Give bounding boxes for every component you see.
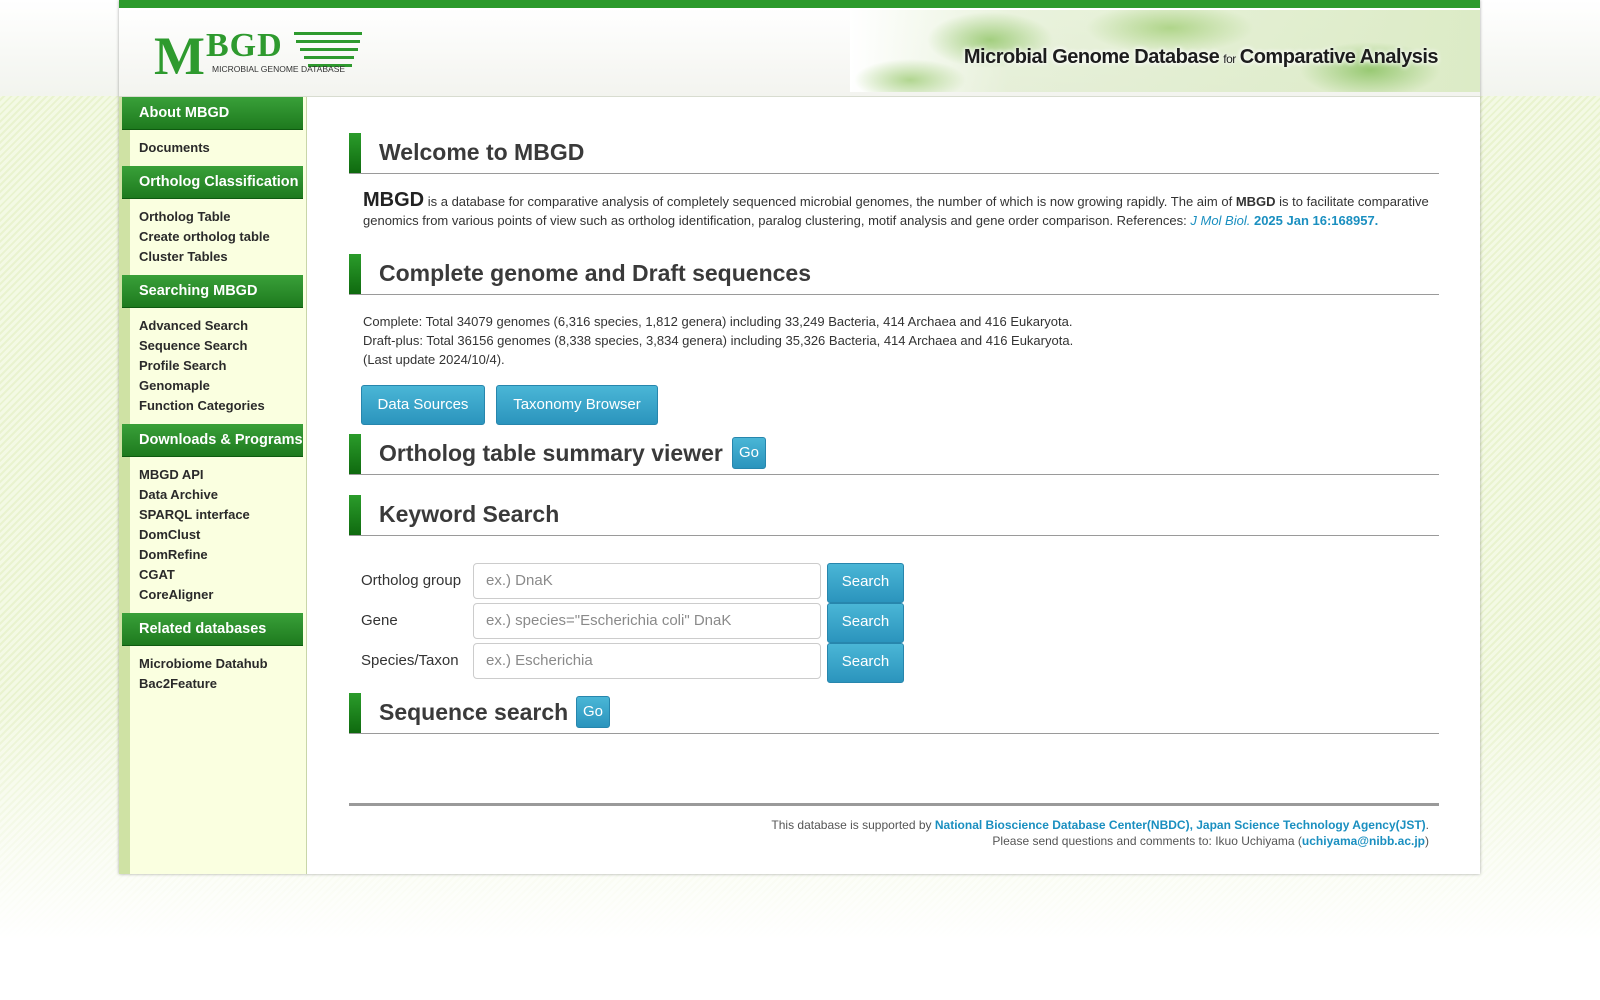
- footer-contact-prefix: Please send questions and comments to: I…: [992, 834, 1302, 848]
- sequence-search-go-button[interactable]: Go: [576, 696, 610, 728]
- section-header-ortholog-viewer: Ortholog table summary viewer Go: [349, 434, 1439, 475]
- data-sources-button[interactable]: Data Sources: [361, 385, 485, 425]
- tagline-part2: Comparative Analysis: [1239, 46, 1439, 68]
- ortholog-group-search-button[interactable]: Search: [827, 563, 904, 603]
- svg-text:MICROBIAL GENOME DATABASE: MICROBIAL GENOME DATABASE: [212, 64, 345, 74]
- reference-detail-link[interactable]: 2025 Jan 16:168957.: [1254, 213, 1378, 228]
- sidebar-item-cluster-tables[interactable]: Cluster Tables: [139, 247, 306, 267]
- tagline-part1: Microbial Genome Database: [963, 46, 1220, 68]
- svg-text:M: M: [154, 28, 205, 84]
- tagline-for: for: [1223, 52, 1236, 66]
- mbgd-logo[interactable]: M BGD MICROBIAL GENOME DATABASE: [154, 26, 384, 86]
- mbgd-name: MBGD: [363, 189, 425, 211]
- section-header-genomes: Complete genome and Draft sequences: [349, 254, 1439, 295]
- footer-contact-suffix: ): [1425, 834, 1429, 848]
- footer-supported-prefix: This database is supported by: [771, 818, 935, 832]
- footer-support: This database is supported by National B…: [771, 818, 1429, 832]
- sidebar-item-cgat[interactable]: CGAT: [139, 565, 306, 585]
- section-bar: [349, 254, 361, 294]
- sidebar-list-about: Documents: [119, 130, 306, 166]
- site-header: M BGD MICROBIAL GENOME DATABASE Microbia…: [119, 8, 1480, 97]
- sidebar-list-downloads: MBGD API Data Archive SPARQL interface D…: [119, 457, 306, 613]
- reference-journal-link[interactable]: J Mol Biol.: [1190, 213, 1250, 228]
- species-taxon-label: Species/Taxon: [361, 652, 459, 669]
- section-bar: [349, 133, 361, 173]
- welcome-desc-1: is a database for comparative analysis o…: [424, 194, 1236, 209]
- ortholog-viewer-go-button[interactable]: Go: [732, 437, 766, 469]
- nbdc-jst-link[interactable]: National Bioscience Database Center(NBDC…: [935, 818, 1426, 832]
- sidebar: About MBGD Documents Ortholog Classifica…: [119, 97, 307, 874]
- sidebar-item-advanced-search[interactable]: Advanced Search: [139, 316, 306, 336]
- ortholog-viewer-title: Ortholog table summary viewer: [379, 440, 723, 466]
- top-green-bar: [119, 0, 1480, 8]
- species-taxon-search-button[interactable]: Search: [827, 643, 904, 683]
- sidebar-heading-searching: Searching MBGD: [122, 275, 303, 308]
- keyword-title: Keyword Search: [379, 501, 560, 527]
- ortholog-group-input[interactable]: ex.) DnaK: [473, 563, 821, 599]
- sidebar-heading-related: Related databases: [122, 613, 303, 646]
- footer-contact: Please send questions and comments to: I…: [992, 834, 1429, 848]
- draft-genomes-text: Draft-plus: Total 36156 genomes (8,338 s…: [363, 333, 1074, 348]
- page-container: M BGD MICROBIAL GENOME DATABASE Microbia…: [119, 0, 1480, 874]
- section-bar: [349, 434, 361, 474]
- gene-search-button[interactable]: Search: [827, 603, 904, 643]
- species-taxon-input[interactable]: ex.) Escherichia: [473, 643, 821, 679]
- genomes-title: Complete genome and Draft sequences: [379, 260, 811, 286]
- sidebar-item-sequence-search[interactable]: Sequence Search: [139, 336, 306, 356]
- sidebar-item-microbiome-datahub[interactable]: Microbiome Datahub: [139, 654, 306, 674]
- sidebar-list-related: Microbiome Datahub Bac2Feature: [119, 646, 306, 702]
- complete-genomes-text: Complete: Total 34079 genomes (6,316 spe…: [363, 314, 1073, 329]
- site-tagline: Microbial Genome Database for Comparative …: [963, 46, 1439, 69]
- sidebar-item-corealigner[interactable]: CoreAligner: [139, 585, 306, 605]
- sidebar-item-genomaple[interactable]: Genomaple: [139, 376, 306, 396]
- gene-label: Gene: [361, 612, 398, 629]
- sidebar-item-function-categories[interactable]: Function Categories: [139, 396, 306, 416]
- sidebar-item-documents[interactable]: Documents: [139, 138, 306, 158]
- genome-stats: Complete: Total 34079 genomes (6,316 spe…: [363, 312, 1433, 369]
- sidebar-heading-ortholog-classification: Ortholog Classification: [122, 166, 303, 199]
- section-bar: [349, 495, 361, 535]
- footer-divider: [349, 803, 1439, 806]
- footer-supported-suffix: .: [1425, 818, 1429, 832]
- sidebar-item-domrefine[interactable]: DomRefine: [139, 545, 306, 565]
- sidebar-item-create-ortholog-table[interactable]: Create ortholog table: [139, 227, 306, 247]
- sidebar-list-searching: Advanced Search Sequence Search Profile …: [119, 308, 306, 424]
- sequence-search-title: Sequence search: [379, 699, 569, 725]
- sidebar-item-sparql[interactable]: SPARQL interface: [139, 505, 306, 525]
- sidebar-item-mbgd-api[interactable]: MBGD API: [139, 465, 306, 485]
- welcome-text: MBGD is a database for comparative analy…: [363, 189, 1433, 230]
- ortholog-group-label: Ortholog group: [361, 572, 462, 589]
- taxonomy-browser-button[interactable]: Taxonomy Browser: [496, 385, 658, 425]
- contact-email-link[interactable]: uchiyama@nibb.ac.jp: [1302, 834, 1425, 848]
- sidebar-item-ortholog-table[interactable]: Ortholog Table: [139, 207, 306, 227]
- section-header-keyword: Keyword Search: [349, 495, 1439, 536]
- last-update-text: (Last update 2024/10/4).: [363, 352, 505, 367]
- welcome-title: Welcome to MBGD: [379, 139, 585, 165]
- svg-text:BGD: BGD: [206, 28, 283, 64]
- keyword-search-form: Ortholog group ex.) DnaK Search Gene ex.…: [349, 563, 1439, 683]
- sidebar-item-data-archive[interactable]: Data Archive: [139, 485, 306, 505]
- section-header-welcome: Welcome to MBGD: [349, 133, 1439, 174]
- sidebar-item-profile-search[interactable]: Profile Search: [139, 356, 306, 376]
- sidebar-item-domclust[interactable]: DomClust: [139, 525, 306, 545]
- mbgd-name-inline: MBGD: [1235, 194, 1276, 209]
- sidebar-list-ortholog: Ortholog Table Create ortholog table Clu…: [119, 199, 306, 275]
- section-header-sequence-search: Sequence search Go: [349, 693, 1439, 734]
- section-bar: [349, 693, 361, 733]
- sidebar-heading-about: About MBGD: [122, 97, 303, 130]
- sidebar-item-bac2feature[interactable]: Bac2Feature: [139, 674, 306, 694]
- sidebar-heading-downloads: Downloads & Programs: [122, 424, 303, 457]
- gene-input[interactable]: ex.) species="Escherichia coli" DnaK: [473, 603, 821, 639]
